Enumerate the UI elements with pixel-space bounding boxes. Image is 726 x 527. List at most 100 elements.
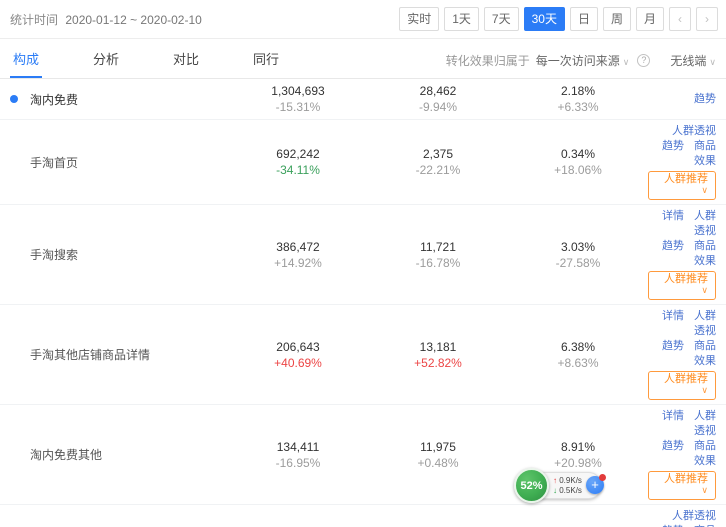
crowd-recommend-button[interactable]: 人群推荐∨ bbox=[648, 271, 716, 300]
crowd-recommend-button[interactable]: 人群推荐∨ bbox=[648, 171, 716, 200]
filters: 转化效果归属于 每一次访问来源∨ ? 无线端∨ bbox=[446, 52, 716, 78]
action-link[interactable]: 趋势 bbox=[662, 440, 684, 452]
period-button-group: 实时1天7天30天日周月 ‹ › bbox=[394, 7, 718, 31]
buyers-cell: 11,975 +0.48% bbox=[368, 439, 508, 471]
conversion-change: +18.06% bbox=[508, 163, 648, 178]
visitors-change: -15.31% bbox=[228, 100, 368, 115]
period-button-30天[interactable]: 30天 bbox=[524, 7, 565, 31]
action-link[interactable]: 人群透视 bbox=[694, 410, 716, 437]
conversion-value: 6.38% bbox=[508, 339, 648, 355]
terminal-value: 无线端 bbox=[670, 54, 706, 68]
action-link[interactable]: 商品效果 bbox=[694, 440, 716, 467]
memory-percent-ball[interactable]: 52% bbox=[514, 468, 549, 503]
help-icon[interactable]: ? bbox=[637, 54, 650, 67]
stat-time: 统计时间 2020-01-12 ~ 2020-02-10 bbox=[10, 11, 202, 28]
conversion-cell: 8.91% +20.98% bbox=[508, 439, 648, 471]
stat-time-label: 统计时间 bbox=[10, 13, 58, 27]
period-button-实时[interactable]: 实时 bbox=[399, 7, 439, 31]
conversion-value: 3.03% bbox=[508, 239, 648, 255]
action-link[interactable]: 详情 bbox=[662, 310, 684, 322]
prev-page-button[interactable]: ‹ bbox=[669, 7, 691, 31]
chevron-down-icon: ∨ bbox=[701, 385, 708, 395]
action-links-line1: 趋势 bbox=[648, 92, 716, 107]
table-row[interactable]: 淘内免费 1,304,693 -15.31% 28,462 -9.94% 2.1… bbox=[0, 79, 726, 120]
next-page-button[interactable]: › bbox=[696, 7, 718, 31]
series-dot-icon bbox=[10, 95, 18, 103]
table-row[interactable]: 手淘首页 692,242 -34.11% 2,375 -22.21% 0.34%… bbox=[0, 120, 726, 205]
action-links-line2: 趋势商品效果 bbox=[648, 339, 716, 369]
table-row[interactable]: 淘内免费其他 134,411 -16.95% 11,975 +0.48% 8.9… bbox=[0, 405, 726, 505]
channel-name-cell: 手淘搜索 bbox=[10, 246, 228, 263]
action-button-line: 人群推荐∨ bbox=[648, 369, 716, 400]
action-button-line: 人群推荐∨ bbox=[648, 169, 716, 200]
tab-构成[interactable]: 构成 bbox=[10, 39, 42, 78]
tab-分析[interactable]: 分析 bbox=[90, 39, 122, 78]
actions-cell: 详情人群透视 趋势商品效果 人群推荐∨ bbox=[648, 209, 716, 300]
upload-arrow-icon: ↑ bbox=[553, 476, 557, 485]
tab-同行[interactable]: 同行 bbox=[250, 39, 282, 78]
download-speed-value: 0.5K/s bbox=[559, 486, 582, 495]
action-link[interactable]: 趋势 bbox=[694, 93, 716, 105]
buyers-change: -16.78% bbox=[368, 256, 508, 271]
action-links-line1: 人群透视 bbox=[648, 124, 716, 139]
conversion-cell: 0.34% +18.06% bbox=[508, 146, 648, 178]
channel-name: 淘内免费其他 bbox=[30, 446, 102, 463]
action-link[interactable]: 人群透视 bbox=[672, 510, 716, 522]
action-links-line1: 人群透视 bbox=[648, 509, 716, 524]
tabs: 构成 分析 对比 同行 bbox=[10, 39, 330, 78]
period-button-月[interactable]: 月 bbox=[636, 7, 664, 31]
conversion-value: 0.34% bbox=[508, 146, 648, 162]
conversion-change: +6.33% bbox=[508, 100, 648, 115]
period-button-1天[interactable]: 1天 bbox=[444, 7, 479, 31]
attribution-select[interactable]: 每一次访问来源∨ bbox=[536, 52, 630, 69]
action-link[interactable]: 详情 bbox=[662, 410, 684, 422]
period-button-日[interactable]: 日 bbox=[570, 7, 598, 31]
terminal-select[interactable]: 无线端∨ bbox=[670, 52, 716, 69]
crowd-recommend-button[interactable]: 人群推荐∨ bbox=[648, 471, 716, 500]
action-link[interactable]: 趋势 bbox=[662, 340, 684, 352]
buyers-value: 11,721 bbox=[368, 239, 508, 255]
buyers-cell: 11,721 -16.78% bbox=[368, 239, 508, 271]
notification-dot bbox=[599, 474, 606, 481]
table-row[interactable]: 手淘其他店铺商品详情 206,643 +40.69% 13,181 +52.82… bbox=[0, 305, 726, 405]
conversion-change: +8.63% bbox=[508, 356, 648, 371]
attribution-label: 转化效果归属于 bbox=[446, 52, 530, 69]
conversion-value: 8.91% bbox=[508, 439, 648, 455]
visitors-cell: 1,304,693 -15.31% bbox=[228, 83, 368, 115]
buyers-change: -22.21% bbox=[368, 163, 508, 178]
action-link[interactable]: 人群透视 bbox=[694, 210, 716, 237]
table-row[interactable]: 手淘淘宝直播 104,830 +36.35% 4,032 +11.88% 3.8… bbox=[0, 505, 726, 527]
action-link[interactable]: 趋势 bbox=[662, 140, 684, 152]
period-button-周[interactable]: 周 bbox=[603, 7, 631, 31]
tab-对比[interactable]: 对比 bbox=[170, 39, 202, 78]
period-button-7天[interactable]: 7天 bbox=[484, 7, 519, 31]
action-link[interactable]: 商品效果 bbox=[694, 340, 716, 367]
channel-name: 手淘搜索 bbox=[30, 246, 78, 263]
action-link[interactable]: 人群透视 bbox=[694, 310, 716, 337]
action-link[interactable]: 商品效果 bbox=[694, 140, 716, 167]
buyers-value: 13,181 bbox=[368, 339, 508, 355]
chevron-right-icon: › bbox=[705, 12, 709, 26]
visitors-value: 206,643 bbox=[228, 339, 368, 355]
buyers-value: 11,975 bbox=[368, 439, 508, 455]
crowd-recommend-button[interactable]: 人群推荐∨ bbox=[648, 371, 716, 400]
action-button-line: 人群推荐∨ bbox=[648, 469, 716, 500]
action-link[interactable]: 人群透视 bbox=[672, 125, 716, 137]
conversion-change: -27.58% bbox=[508, 256, 648, 271]
tab-row: 构成分析对比同行 转化效果归属于 每一次访问来源∨ ? 无线端∨ bbox=[0, 39, 726, 79]
chevron-down-icon: ∨ bbox=[623, 57, 630, 67]
action-links-line1: 详情人群透视 bbox=[648, 309, 716, 339]
table-row[interactable]: 手淘搜索 386,472 +14.92% 11,721 -16.78% 3.03… bbox=[0, 205, 726, 305]
buyers-cell: 2,375 -22.21% bbox=[368, 146, 508, 178]
crowd-recommend-label: 人群推荐 bbox=[664, 373, 708, 385]
visitors-change: -16.95% bbox=[228, 456, 368, 471]
buyers-change: +0.48% bbox=[368, 456, 508, 471]
actions-cell: 详情人群透视 趋势商品效果 人群推荐∨ bbox=[648, 309, 716, 400]
visitors-cell: 134,411 -16.95% bbox=[228, 439, 368, 471]
action-link[interactable]: 商品效果 bbox=[694, 240, 716, 267]
buyers-change: -9.94% bbox=[368, 100, 508, 115]
action-link[interactable]: 详情 bbox=[662, 210, 684, 222]
conversion-cell: 2.18% +6.33% bbox=[508, 83, 648, 115]
action-link[interactable]: 趋势 bbox=[662, 240, 684, 252]
channel-name-cell: 淘内免费 bbox=[10, 91, 228, 108]
